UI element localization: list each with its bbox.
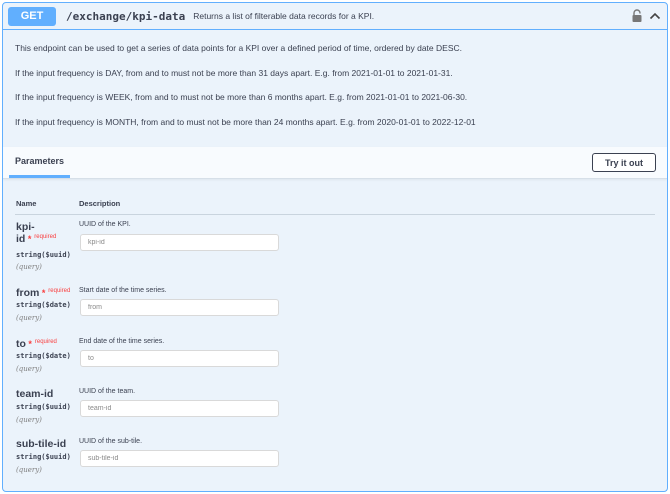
chevron-up-icon[interactable]: [649, 10, 661, 22]
param-name: to * required: [16, 338, 57, 350]
param-description: UUID of the team.: [79, 388, 136, 395]
param-type: string($date): [16, 301, 71, 309]
param-type: string($date): [16, 352, 71, 360]
endpoint-summary-description: Returns a list of filterable data record…: [193, 11, 375, 21]
table-header: Name Description: [15, 195, 655, 215]
required-marker: *: [25, 234, 32, 244]
endpoint-summary[interactable]: GET /exchange/kpi-data Returns a list of…: [3, 3, 667, 30]
required-marker: *: [39, 288, 46, 298]
sub-tile-id-input[interactable]: [80, 450, 279, 467]
param-description: End date of the time series.: [79, 338, 165, 345]
column-header-description: Description: [79, 199, 121, 208]
parameters-header: Parameters Try it out: [3, 147, 667, 179]
param-description: UUID of the KPI.: [79, 221, 131, 228]
to-input[interactable]: [80, 350, 279, 367]
param-name: from * required: [16, 287, 71, 299]
from-input[interactable]: [80, 299, 279, 316]
param-location: (query): [16, 314, 42, 322]
param-location: (query): [16, 416, 42, 424]
required-label: required: [48, 288, 71, 294]
param-name: team-id: [16, 388, 54, 400]
required-label: required: [34, 339, 57, 345]
param-location: (query): [16, 263, 42, 271]
description-paragraph: If the input frequency is MONTH, from an…: [15, 116, 476, 127]
column-header-name: Name: [16, 199, 37, 208]
param-name: kpi- id * required: [16, 221, 57, 245]
endpoint-path: /exchange/kpi-data: [66, 9, 186, 23]
description-paragraph: If the input frequency is WEEK, from and…: [15, 92, 468, 102]
description-paragraph: If the input frequency is DAY, from and …: [15, 67, 453, 78]
param-type: string($uuid): [16, 403, 71, 411]
http-method-badge: GET: [8, 6, 56, 26]
required-label: required: [34, 234, 57, 240]
param-location: (query): [16, 466, 42, 474]
endpoint-description: This endpoint can be used to get a serie…: [3, 30, 667, 147]
endpoint-block: GET /exchange/kpi-data Returns a list of…: [2, 2, 668, 492]
description-paragraph: This endpoint can be used to get a serie…: [15, 43, 462, 53]
team-id-input[interactable]: [80, 400, 279, 417]
kpi-id-input[interactable]: [80, 234, 279, 251]
param-location: (query): [16, 365, 42, 373]
try-it-out-button[interactable]: Try it out: [592, 153, 656, 172]
param-type: string($uuid): [16, 453, 71, 461]
required-marker: *: [25, 339, 32, 349]
param-description: Start date of the time series.: [79, 287, 167, 294]
param-description: UUID of the sub-tile.: [79, 438, 143, 445]
lock-icon[interactable]: [631, 9, 643, 23]
tab-parameters[interactable]: Parameters: [9, 154, 71, 178]
param-type: string($uuid): [16, 251, 71, 259]
